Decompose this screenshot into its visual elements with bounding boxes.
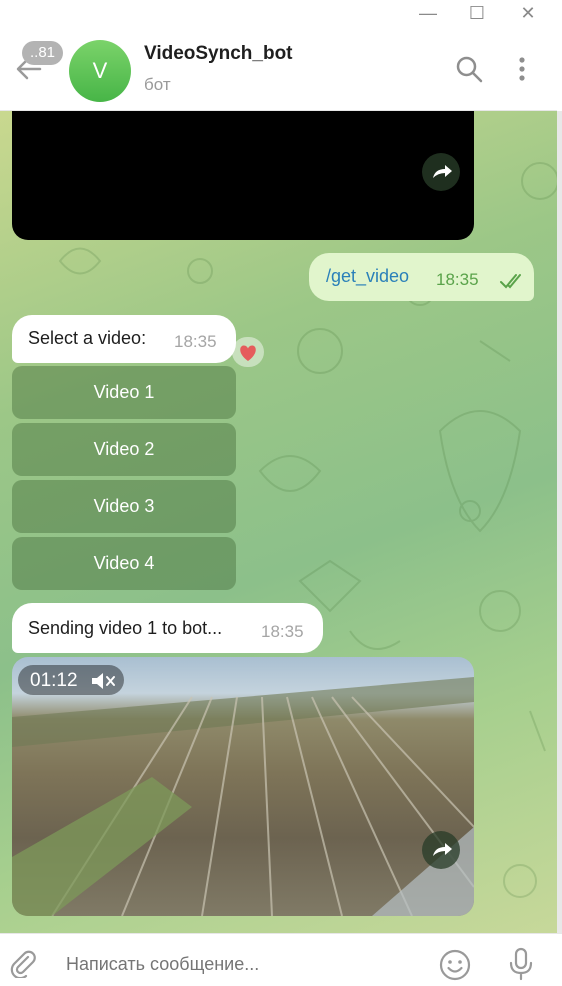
inline-keyboard-button-video-3[interactable]: Video 3 (12, 480, 236, 533)
video-message[interactable]: 01:12 (12, 657, 474, 916)
inline-keyboard-button-video-1[interactable]: Video 1 (12, 366, 236, 419)
message-time: 18:35 (174, 332, 217, 351)
inline-keyboard-button-video-4[interactable]: Video 4 (12, 537, 236, 590)
inline-keyboard-button-video-2[interactable]: Video 2 (12, 423, 236, 476)
speaker-muted-icon[interactable] (90, 670, 116, 692)
window-titlebar: — ☐ ✕ (0, 0, 562, 28)
close-window-button[interactable]: ✕ (510, 2, 546, 24)
message-text: Sending video 1 to bot... (28, 618, 223, 638)
chat-header: ..81 V VideoSynch_bot бот (0, 28, 557, 111)
message-time: 18:35 (436, 270, 479, 289)
message-composer (0, 933, 562, 986)
video-duration-badge[interactable]: 01:12 (18, 665, 124, 695)
share-forward-icon[interactable] (422, 831, 460, 869)
incoming-message[interactable]: Select a video: 18:35 (12, 315, 236, 363)
emoji-icon[interactable] (438, 948, 472, 982)
chat-title[interactable]: VideoSynch_bot (144, 43, 293, 65)
video-message-previous[interactable] (12, 111, 474, 240)
video-duration: 01:12 (30, 670, 78, 691)
chat-scrollbar[interactable] (557, 111, 562, 933)
message-input[interactable] (66, 954, 366, 975)
paperclip-icon[interactable] (8, 948, 38, 978)
minimize-button[interactable]: — (410, 2, 446, 24)
microphone-icon[interactable] (506, 946, 536, 982)
heart-icon[interactable] (232, 337, 264, 367)
command-text[interactable]: /get_video (326, 266, 409, 287)
search-icon[interactable] (454, 54, 484, 84)
avatar[interactable]: V (69, 40, 131, 102)
message-text: Select a video: (28, 328, 147, 348)
maximize-button[interactable]: ☐ (459, 2, 495, 24)
chat-area[interactable]: /get_video 18:35 Select a video: 18:35 V… (0, 111, 557, 933)
video-thumbnail (12, 677, 474, 916)
chat-subtitle: бот (144, 75, 171, 94)
share-forward-icon[interactable] (422, 153, 460, 191)
double-check-icon (500, 274, 521, 289)
more-vertical-icon[interactable] (507, 54, 537, 84)
incoming-message[interactable]: Sending video 1 to bot... 18:35 (12, 603, 323, 653)
outgoing-message[interactable]: /get_video 18:35 (309, 253, 534, 301)
unread-count-badge: ..81 (22, 41, 64, 65)
message-time: 18:35 (261, 622, 304, 641)
